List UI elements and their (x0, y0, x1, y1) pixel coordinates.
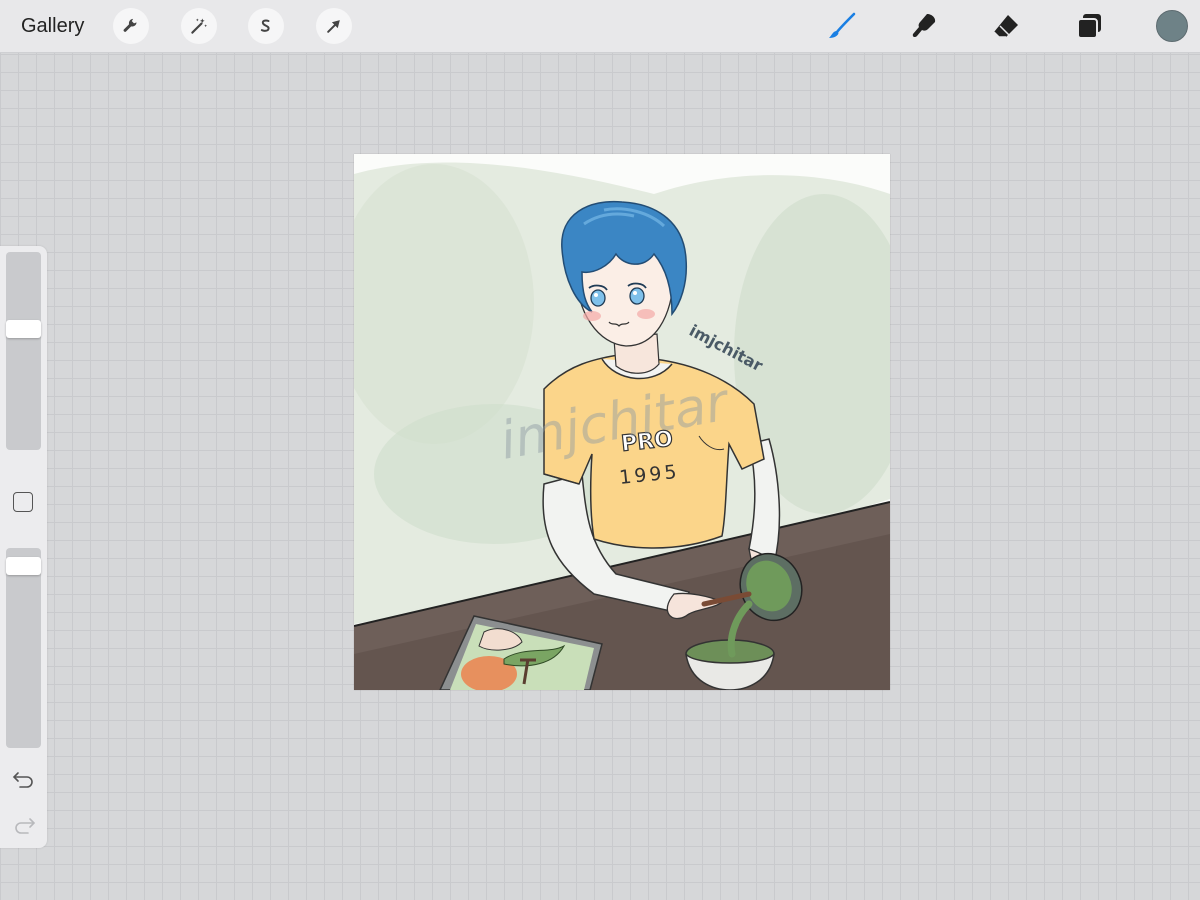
adjustments-button[interactable] (181, 8, 217, 44)
undo-icon (12, 772, 33, 788)
smudge-tool-button[interactable] (908, 10, 940, 42)
drawing-canvas[interactable]: PRO 1995 imjchitar imjchitar (354, 154, 890, 690)
opacity-slider[interactable] (6, 548, 41, 748)
brush-tool-button[interactable] (826, 10, 858, 42)
redo-icon (15, 818, 36, 834)
top-toolbar: Gallery (0, 0, 1200, 53)
color-picker-button[interactable] (1156, 10, 1188, 42)
actions-button[interactable] (113, 8, 149, 44)
layers-icon (1077, 14, 1101, 39)
eraser-tool-button[interactable] (990, 10, 1022, 42)
wrench-icon (123, 18, 137, 32)
brush-icon (829, 12, 856, 38)
modify-button[interactable] (13, 492, 33, 512)
undo-button[interactable] (12, 768, 36, 790)
layers-button[interactable] (1073, 10, 1105, 42)
selection-icon (260, 19, 270, 32)
transform-arrow-icon (327, 20, 340, 33)
eraser-icon (993, 15, 1018, 38)
redo-button[interactable] (12, 814, 36, 836)
selection-button[interactable] (248, 8, 284, 44)
opacity-thumb[interactable] (6, 557, 41, 576)
magic-wand-icon (191, 18, 208, 34)
gallery-button[interactable]: Gallery (21, 13, 84, 39)
brush-size-thumb[interactable] (6, 320, 41, 339)
smudge-icon (912, 14, 936, 38)
artwork-illustration: PRO 1995 imjchitar imjchitar (354, 162, 890, 690)
brush-size-slider[interactable] (6, 252, 41, 450)
left-sidebar (0, 246, 47, 848)
transform-button[interactable] (316, 8, 352, 44)
